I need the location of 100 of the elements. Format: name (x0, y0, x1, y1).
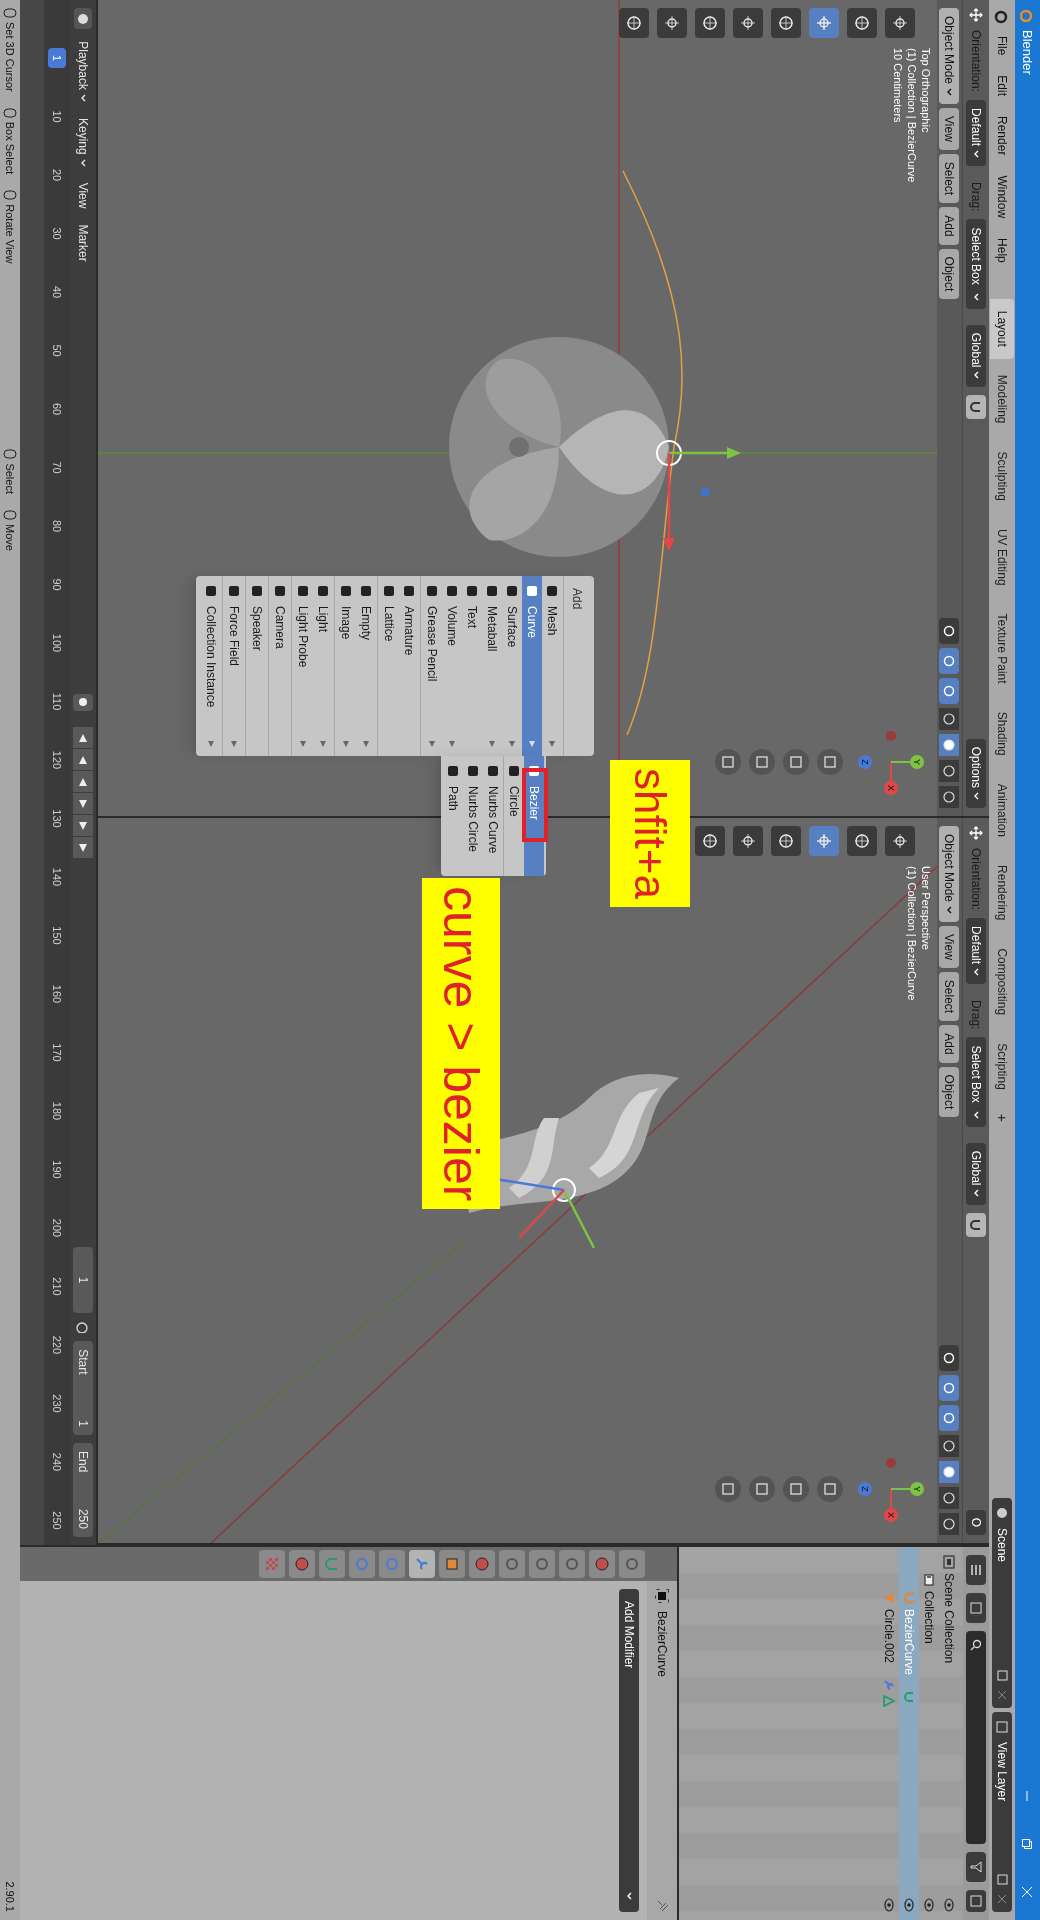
menu-item[interactable]: Metaball (482, 576, 502, 756)
navigation-button[interactable] (715, 1476, 741, 1502)
playback-button[interactable] (73, 727, 93, 750)
shading-mode-button[interactable] (939, 760, 960, 782)
magnet-snap-button[interactable] (966, 395, 986, 420)
menu-item[interactable]: Armature (399, 576, 419, 756)
shading-mode-button[interactable] (939, 708, 960, 730)
menu-item[interactable]: Force Field (224, 576, 244, 756)
search-field[interactable] (966, 1631, 986, 1844)
filter-button[interactable] (966, 1852, 986, 1882)
drag-dropdown[interactable]: Select Box (966, 219, 986, 309)
orientation-dropdown[interactable]: Default (966, 918, 986, 985)
menu-item[interactable]: Render (993, 108, 1011, 164)
menu-item[interactable]: Text (462, 576, 482, 756)
viewport-toggle-button[interactable] (939, 1345, 960, 1371)
toolbar-button[interactable] (885, 826, 915, 856)
navigation-button[interactable] (715, 749, 741, 775)
new-collection-button[interactable] (966, 1890, 986, 1912)
current-frame-field[interactable]: 1 (73, 1247, 93, 1313)
shading-mode-button[interactable] (939, 786, 960, 808)
menu-item[interactable]: Collection Instance (201, 576, 221, 756)
timeline-menu[interactable]: Keying (74, 113, 92, 171)
toolbar-button[interactable] (847, 826, 877, 856)
playback-button[interactable] (73, 793, 93, 816)
workspace-tab[interactable]: Texture Paint (990, 601, 1014, 696)
editor-type-button[interactable] (74, 8, 92, 30)
properties-tab[interactable] (439, 1550, 465, 1578)
mode-dropdown[interactable]: Object Mode (939, 8, 960, 105)
add-workspace-button[interactable]: + (991, 1105, 1013, 1130)
properties-tab[interactable] (589, 1550, 615, 1578)
properties-tab[interactable] (289, 1550, 315, 1578)
view-layer-selector[interactable]: View Layer (992, 1712, 1012, 1912)
menu-item[interactable]: File (993, 28, 1011, 64)
orientation-dropdown[interactable]: Default (966, 100, 986, 167)
menu-item[interactable]: Window (993, 167, 1011, 227)
toolbar-button[interactable] (657, 8, 687, 38)
mode-dropdown[interactable]: Object Mode (939, 826, 960, 923)
viewport-toggle-button[interactable] (939, 1375, 960, 1401)
add-modifier-dropdown[interactable]: Add Modifier (619, 1589, 639, 1912)
menu-item[interactable]: Help (993, 230, 1011, 271)
workspace-tab[interactable]: Compositing (990, 936, 1014, 1028)
menu-item[interactable]: Light Probe (293, 576, 313, 756)
menu-item[interactable]: Nurbs Curve (483, 756, 503, 876)
toolbar-button[interactable] (695, 826, 725, 856)
menu-item[interactable]: Light (313, 576, 333, 756)
playback-button[interactable] (73, 815, 93, 838)
workspace-tab[interactable]: Shading (990, 699, 1014, 768)
header-menu[interactable]: Object (939, 248, 960, 300)
workspace-tab[interactable]: Scripting (990, 1031, 1014, 1102)
outliner-row[interactable]: Collection (919, 1547, 939, 1920)
toolbar-button[interactable] (771, 826, 801, 856)
menu-item[interactable]: Surface (502, 576, 522, 756)
workspace-tab[interactable]: Modeling (990, 362, 1014, 436)
toolbar-button[interactable] (847, 8, 877, 38)
display-mode-button[interactable] (966, 1555, 986, 1585)
viewport-toggle-button[interactable] (939, 648, 960, 674)
options-dropdown[interactable]: Options (966, 738, 986, 808)
viewport-toggle-button[interactable] (939, 678, 960, 704)
toolbar-button[interactable] (885, 8, 915, 38)
navigation-button[interactable] (749, 749, 775, 775)
outliner-row[interactable]: Circle.002 (879, 1547, 899, 1920)
menu-item[interactable]: Circle (504, 756, 524, 876)
header-menu[interactable]: View (939, 108, 960, 150)
scene-selector[interactable]: Scene (992, 1498, 1012, 1708)
menu-item[interactable]: Mesh (542, 576, 562, 756)
header-menu[interactable]: Add (939, 207, 960, 245)
menu-item[interactable]: Speaker (247, 576, 267, 756)
magnet-snap-button[interactable] (966, 1213, 986, 1238)
header-menu[interactable]: Select (939, 971, 960, 1022)
header-menu[interactable]: Select (939, 153, 960, 204)
timeline-menu[interactable]: View (74, 178, 92, 213)
timeline-menu[interactable]: Playback (74, 37, 92, 106)
options-dropdown[interactable]: O (966, 1509, 986, 1535)
navigation-button[interactable] (817, 1476, 843, 1502)
workspace-tab[interactable]: Layout (990, 298, 1014, 359)
menu-item[interactable]: Edit (993, 67, 1011, 105)
outliner-row[interactable]: Scene Collection (939, 1547, 959, 1920)
playhead[interactable]: 1 (48, 48, 66, 68)
viewport-toggle-button[interactable] (939, 1405, 960, 1431)
transform-orientation-dropdown[interactable]: Global (966, 1142, 986, 1206)
navigation-button[interactable] (783, 1476, 809, 1502)
playback-button[interactable] (73, 837, 93, 860)
toolbar-button[interactable] (733, 826, 763, 856)
record-button[interactable] (73, 693, 93, 712)
properties-tab[interactable] (469, 1550, 495, 1578)
shading-mode-button[interactable] (939, 1435, 960, 1457)
start-frame-field[interactable]: Start 1 (73, 1341, 93, 1436)
toolbar-button[interactable] (733, 8, 763, 38)
menu-item[interactable]: Image (336, 576, 356, 756)
toolbar-button[interactable] (619, 8, 649, 38)
shading-mode-button[interactable] (939, 1513, 960, 1535)
end-frame-field[interactable]: End 250 (73, 1443, 93, 1537)
menu-item[interactable]: Path (443, 756, 463, 876)
menu-item[interactable]: Nurbs Circle (463, 756, 483, 876)
menu-item[interactable]: Curve (522, 576, 542, 756)
navigation-button[interactable] (817, 749, 843, 775)
transform-orientation-dropdown[interactable]: Global (966, 324, 986, 388)
workspace-tab[interactable]: Animation (990, 771, 1014, 850)
workspace-tab[interactable]: UV Editing (990, 516, 1014, 598)
navigation-button[interactable] (783, 749, 809, 775)
